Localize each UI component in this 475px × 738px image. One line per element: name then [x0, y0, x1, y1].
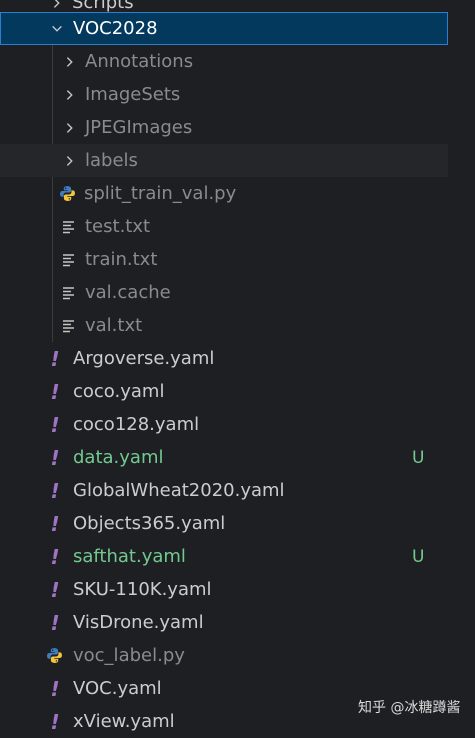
git-status-badge: U	[412, 447, 425, 468]
chevron-down-icon	[48, 20, 66, 38]
yaml-icon: !	[50, 577, 60, 602]
tree-file-globalwheat[interactable]: ! GlobalWheat2020.yaml	[0, 474, 448, 507]
file-label: voc_label.py	[73, 645, 185, 666]
file-label: train.txt	[85, 249, 158, 270]
folder-label: VOC2028	[73, 18, 158, 39]
chevron-right-icon	[61, 119, 79, 137]
chevron-right-icon	[61, 53, 79, 71]
yaml-icon: !	[50, 478, 60, 503]
tree-file-coco[interactable]: ! coco.yaml	[0, 375, 448, 408]
git-status-badge: U	[412, 546, 425, 567]
tree-folder-voc2028[interactable]: VOC2028	[0, 12, 448, 45]
tree-file-visdrone[interactable]: ! VisDrone.yaml	[0, 606, 448, 639]
tree-folder-annotations[interactable]: Annotations	[0, 45, 448, 78]
file-label: coco.yaml	[73, 381, 165, 402]
file-label: VOC.yaml	[73, 678, 162, 699]
text-file-icon	[62, 253, 76, 267]
tree-file-safthat[interactable]: ! safthat.yaml U	[0, 540, 448, 573]
chevron-right-icon	[61, 86, 79, 104]
folder-label: JPEGImages	[85, 117, 193, 138]
file-label: VisDrone.yaml	[73, 612, 204, 633]
yaml-icon: !	[50, 676, 60, 701]
folder-label: ImageSets	[85, 84, 181, 105]
yaml-icon: !	[50, 610, 60, 635]
yaml-icon: !	[50, 412, 60, 437]
file-label: xView.yaml	[73, 711, 175, 732]
tree-folder-jpegimages[interactable]: JPEGImages	[0, 111, 448, 144]
file-label: data.yaml	[73, 447, 164, 468]
file-label: safthat.yaml	[73, 546, 186, 567]
chevron-right-icon	[61, 152, 79, 170]
tree-file-val-txt[interactable]: val.txt	[0, 309, 448, 342]
file-label: val.cache	[85, 282, 171, 303]
tree-file-argoverse[interactable]: ! Argoverse.yaml	[0, 342, 448, 375]
yaml-icon: !	[50, 544, 60, 569]
file-label: Argoverse.yaml	[73, 348, 215, 369]
yaml-icon: !	[50, 379, 60, 404]
tree-file-test-txt[interactable]: test.txt	[0, 210, 448, 243]
text-file-icon	[62, 220, 76, 234]
tree-file-voc-label[interactable]: voc_label.py	[0, 639, 448, 672]
text-file-icon	[62, 286, 76, 300]
tree-file-objects365[interactable]: ! Objects365.yaml	[0, 507, 448, 540]
tree-file-train-txt[interactable]: train.txt	[0, 243, 448, 276]
watermark: 知乎 @冰糖蹲酱	[358, 700, 461, 716]
file-label: split_train_val.py	[84, 183, 237, 204]
file-label: Objects365.yaml	[73, 513, 226, 534]
file-label: SKU-110K.yaml	[73, 579, 212, 600]
tree-file-split-train-val[interactable]: split_train_val.py	[0, 177, 448, 210]
folder-label: Annotations	[85, 51, 194, 72]
tree-folder-imagesets[interactable]: ImageSets	[0, 78, 448, 111]
yaml-icon: !	[50, 511, 60, 536]
file-label: val.txt	[85, 315, 143, 336]
tree-file-data[interactable]: ! data.yaml U	[0, 441, 448, 474]
file-label: GlobalWheat2020.yaml	[73, 480, 285, 501]
python-icon	[46, 647, 63, 664]
python-icon	[59, 185, 76, 202]
folder-label: labels	[85, 150, 138, 171]
tree-folder-labels[interactable]: labels	[0, 144, 448, 177]
file-label: coco128.yaml	[73, 414, 200, 435]
tree-file-sku110k[interactable]: ! SKU-110K.yaml	[0, 573, 448, 606]
text-file-icon	[62, 319, 76, 333]
yaml-icon: !	[50, 445, 60, 470]
tree-file-coco128[interactable]: ! coco128.yaml	[0, 408, 448, 441]
tree-file-val-cache[interactable]: val.cache	[0, 276, 448, 309]
file-label: test.txt	[85, 216, 151, 237]
chevron-right-icon	[48, 0, 66, 12]
yaml-icon: !	[50, 346, 60, 371]
